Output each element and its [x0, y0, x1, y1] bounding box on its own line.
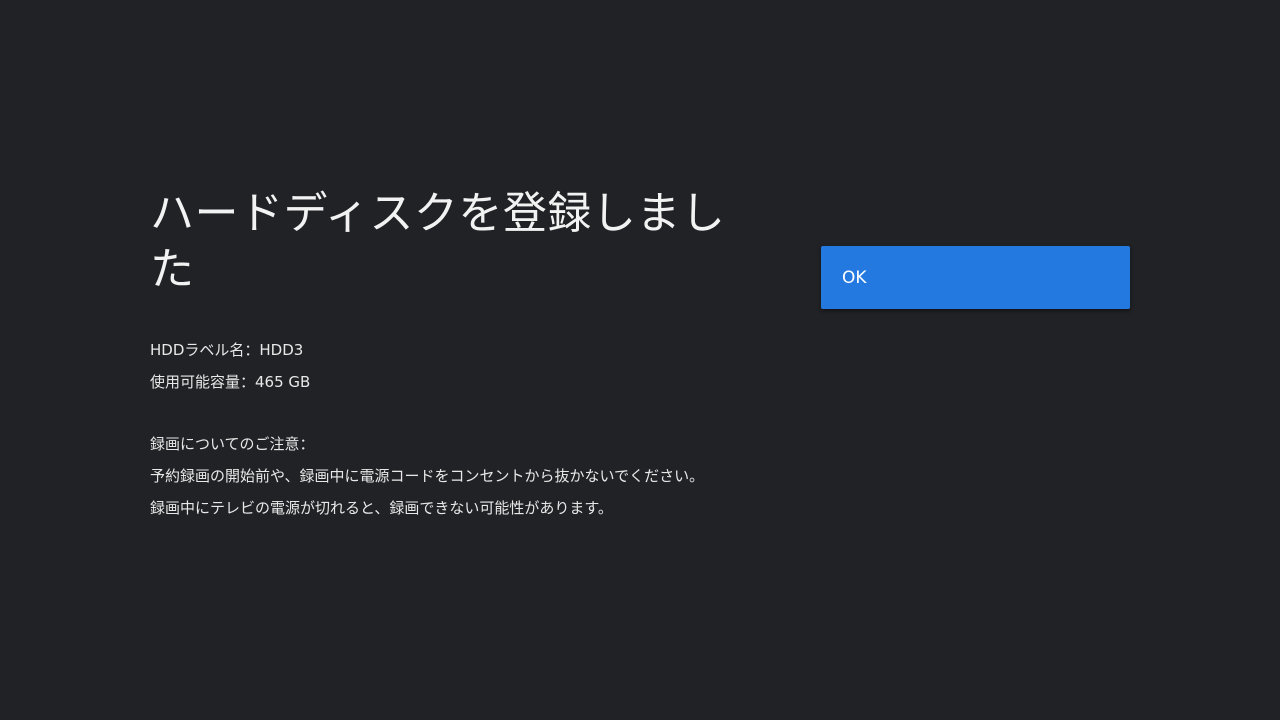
notice-line-2: 録画中にテレビの電源が切れると、録画できない可能性があります。	[150, 499, 613, 517]
available-capacity: 使用可能容量：465 GB	[150, 373, 311, 391]
hdd-info: HDDラベル名：HDD3 使用可能容量：465 GB	[150, 334, 750, 398]
page-title: ハードディスクを登録しました	[150, 188, 726, 295]
notice-heading: 録画についてのご注意：	[150, 435, 315, 453]
tv-setup-screen: ハードディスクを登録しました HDDラベル名：HDD3 使用可能容量：465 G…	[0, 0, 1280, 720]
recording-notice: 録画についてのご注意： 予約録画の開始前や、録画中に電源コードをコンセントから抜…	[150, 428, 750, 524]
notice-line-1: 予約録画の開始前や、録画中に電源コードをコンセントから抜かないでください。	[150, 467, 705, 485]
hdd-label-name: HDDラベル名：HDD3	[150, 341, 304, 359]
ok-button[interactable]: OK	[821, 246, 1130, 309]
dialog-content: ハードディスクを登録しました HDDラベル名：HDD3 使用可能容量：465 G…	[150, 186, 750, 524]
